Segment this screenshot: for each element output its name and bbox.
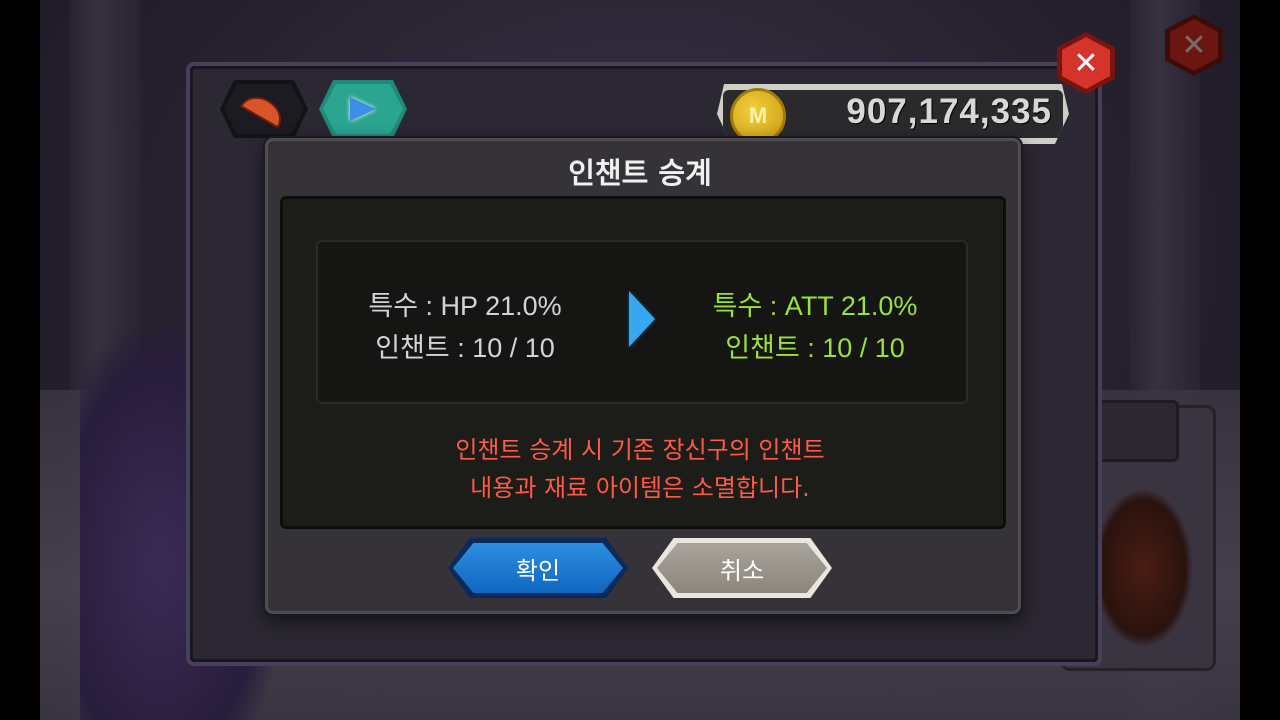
warning-line-2: 내용과 재료 아이템은 소멸합니다. [470,474,810,502]
warning-line-1: 인챈트 승계 시 기존 장신구의 인챈트 [455,436,825,464]
dialog-title: 인챈트 승계 [568,156,712,190]
side-character-portrait [1093,488,1193,648]
currency-amount: 907,174,335 [846,92,1052,131]
feather-icon [242,92,286,126]
arrow-right-icon [629,291,655,347]
new-special-stat: 특수 : ATT 21.0% [712,291,918,321]
old-enchant-level: 인챈트 : 10 / 10 [375,333,555,363]
close-icon: ✕ [1170,19,1218,71]
cancel-button[interactable]: 취소 [652,538,832,598]
confirm-button[interactable]: 확인 [448,538,628,598]
feather-tab-button[interactable] [220,80,308,138]
new-enchant-level: 인챈트 : 10 / 10 [725,333,905,363]
coin-icon: M [730,88,786,144]
close-icon: ✕ [1062,37,1110,89]
upgrade-tab-button[interactable] [319,80,407,138]
cancel-button-label: 취소 [657,543,827,593]
old-special-stat: 특수 : HP 21.0% [368,291,562,321]
confirm-button-label: 확인 [453,543,623,593]
upgrade-arrow-icon [350,97,376,121]
